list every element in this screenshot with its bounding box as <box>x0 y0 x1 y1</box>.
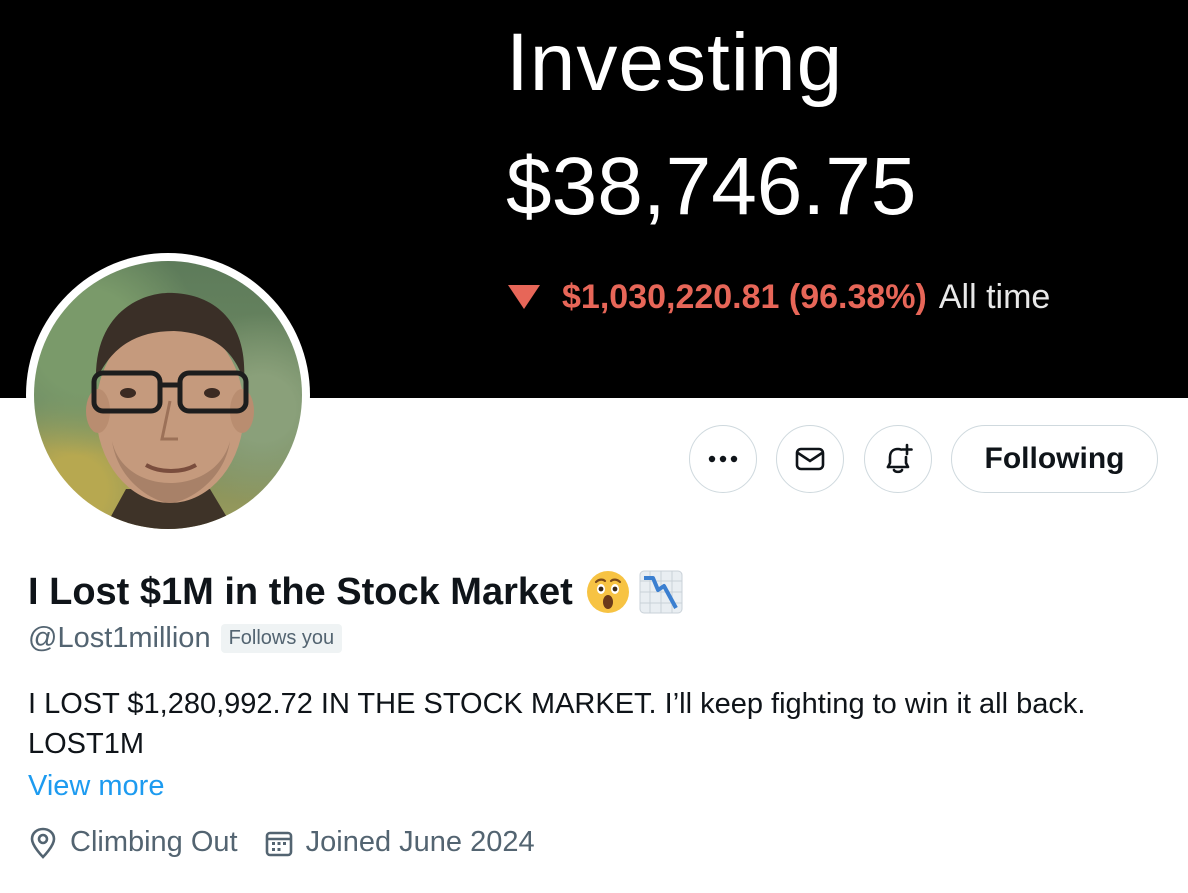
bell-plus-icon <box>886 443 913 474</box>
display-name: I Lost $1M in the Stock Market <box>28 571 573 613</box>
profile-meta: Climbing Out Joined June 2024 <box>28 826 561 859</box>
location-item: Climbing Out <box>28 826 238 859</box>
location-text: Climbing Out <box>70 826 238 858</box>
follows-you-badge: Follows you <box>220 624 343 653</box>
joined-date: Joined June 2024 <box>305 826 535 858</box>
calendar-icon <box>265 831 292 856</box>
profile-bio: I LOST $1,280,992.72 IN THE STOCK MARKET… <box>28 688 1086 760</box>
banner-title: Investing <box>506 17 844 108</box>
astonished-face-icon <box>586 571 629 613</box>
banner-change-period: All time <box>938 278 1051 316</box>
view-more-link[interactable]: View more <box>28 770 164 803</box>
more-dots-icon <box>708 455 738 463</box>
display-name-row: I Lost $1M in the Stock Market <box>28 568 683 616</box>
notify-button[interactable] <box>864 425 932 493</box>
joined-item: Joined June 2024 <box>264 826 535 859</box>
down-triangle-icon <box>508 285 540 309</box>
message-button[interactable] <box>776 425 844 493</box>
avatar[interactable] <box>26 253 310 537</box>
location-pin-icon <box>30 827 56 859</box>
following-button[interactable]: Following <box>951 425 1158 493</box>
avatar-photo <box>34 261 302 529</box>
banner-value: $38,746.75 <box>506 141 917 232</box>
envelope-icon <box>795 447 825 471</box>
banner-change-row: $1,030,220.81 (96.38%) All time <box>508 280 1050 314</box>
chart-decreasing-icon <box>639 570 683 614</box>
handle-row: @Lost1million Follows you <box>28 622 343 655</box>
banner-change-amount: $1,030,220.81 (96.38%) <box>562 278 927 316</box>
more-button[interactable] <box>689 425 757 493</box>
user-handle: @Lost1million <box>28 622 211 654</box>
